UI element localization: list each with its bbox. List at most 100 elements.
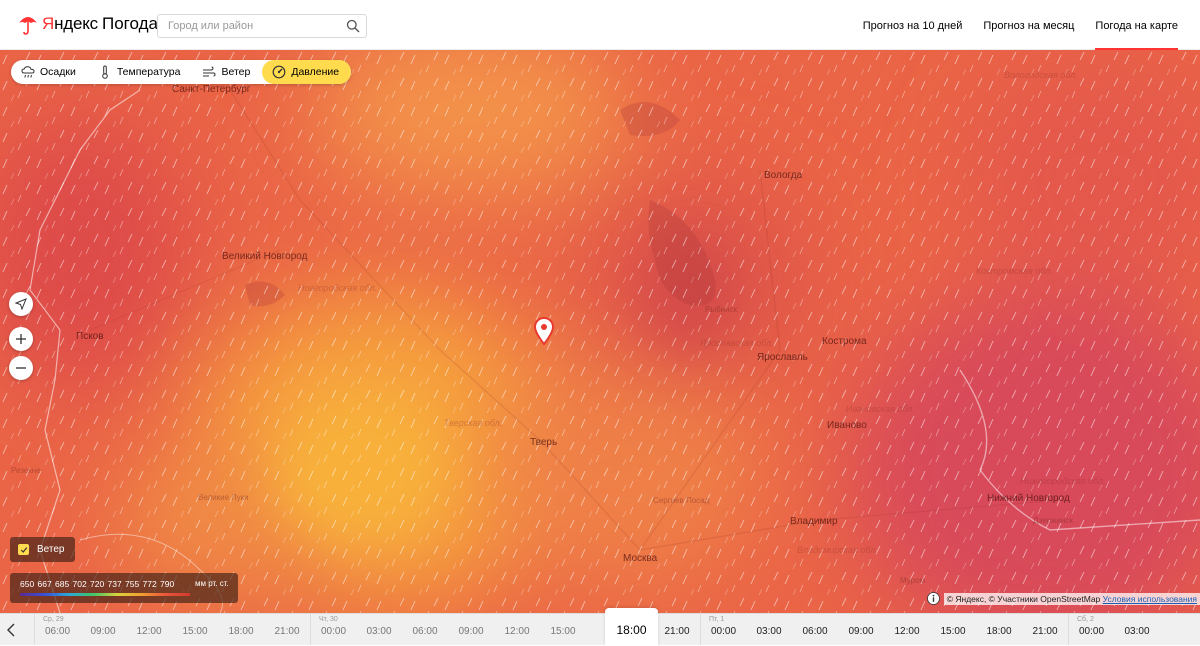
layer-wind[interactable]: Ветер — [192, 60, 262, 84]
timeline-slot[interactable]: 21:00 — [1022, 614, 1068, 645]
timeline-slot[interactable]: Пт, 1 00:00 — [700, 614, 746, 645]
navigation-arrow-icon — [15, 298, 27, 310]
current-time: 18:00 — [616, 623, 647, 637]
timeline-slot[interactable]: 18:00 — [218, 614, 264, 645]
plus-icon — [16, 334, 26, 344]
timeline-slot[interactable]: 15:00 — [540, 614, 586, 645]
timeline-slot[interactable]: 03:00 — [746, 614, 792, 645]
info-icon[interactable] — [926, 592, 940, 605]
timeline-time: 09:00 — [458, 626, 484, 637]
logo[interactable]: Яндекс Погода — [18, 13, 158, 35]
timeline-time: 03:00 — [366, 626, 392, 637]
timeline-time: 18:00 — [228, 626, 254, 637]
city-label: Сергиев Посад — [653, 496, 710, 505]
timeline-slot[interactable]: Ср, 29 06:00 — [34, 614, 80, 645]
layer-pressure[interactable]: Давление — [262, 60, 352, 84]
timeline-time: 00:00 — [1078, 626, 1105, 637]
timeline-time: 03:00 — [756, 626, 782, 637]
timeline-day-label: Чт, 30 — [319, 616, 338, 623]
timeline-slot[interactable]: 18:00 — [976, 614, 1022, 645]
timeline-time: 21:00 — [274, 626, 300, 637]
timeline-time: 09:00 — [90, 626, 116, 637]
umbrella-icon — [19, 17, 37, 35]
timeline-slot[interactable]: 12:00 — [126, 614, 172, 645]
timeline-prev-button[interactable] — [0, 614, 22, 645]
timeline-time: 00:00 — [710, 626, 737, 637]
minus-icon — [16, 367, 26, 369]
thermometer-icon — [102, 65, 108, 79]
nav-weather-map[interactable]: Погода на карте — [1095, 0, 1178, 50]
timeline-slot[interactable]: 12:00 — [494, 614, 540, 645]
chevron-left-icon — [7, 623, 15, 636]
timeline-slot[interactable]: Чт, 30 00:00 — [310, 614, 356, 645]
check-icon — [20, 546, 27, 553]
wind-overlay-toggle[interactable]: Ветер — [10, 537, 75, 562]
gauge-icon — [272, 65, 286, 79]
timeline-time: 15:00 — [182, 626, 208, 637]
timeline-day-label: Сб, 2 — [1077, 616, 1094, 623]
timeline-slot[interactable]: 09:00 — [80, 614, 126, 645]
region-label: Владимирская обл. — [797, 545, 878, 555]
legend-values: 650 667 685 702 720 737 755 772 790 — [20, 579, 175, 589]
timeline-time: 12:00 — [136, 626, 162, 637]
timeline-time: 03:00 — [1124, 626, 1150, 637]
timeline-slot[interactable]: 03:00 — [356, 614, 402, 645]
timeline-slot[interactable]: 21:00 — [264, 614, 310, 645]
city-label: Муром — [900, 576, 926, 585]
timeline-time: 12:00 — [894, 626, 920, 637]
wind-toggle-label: Ветер — [37, 544, 65, 555]
city-label: Великие Луки — [198, 493, 249, 502]
pressure-legend: 650 667 685 702 720 737 755 772 790 мм р… — [10, 573, 238, 603]
layer-precipitation[interactable]: Осадки — [11, 60, 88, 84]
timeline-slot[interactable]: 06:00 — [402, 614, 448, 645]
city-label: Псков — [76, 331, 104, 342]
region-label: Ивановская обл. — [846, 404, 915, 414]
nav-forecast-10-days[interactable]: Прогноз на 10 дней — [863, 0, 963, 50]
layer-temperature[interactable]: Температура — [88, 60, 193, 84]
timeline-slot[interactable]: Сб, 2 00:00 — [1068, 614, 1114, 645]
city-label: Вологда — [764, 170, 803, 181]
zoom-out-button[interactable] — [9, 356, 33, 380]
timeline-time: 06:00 — [412, 626, 438, 637]
city-label: Нижний Новгород — [987, 493, 1070, 504]
city-label: Санкт-Петербург — [172, 84, 251, 95]
city-label: Кострома — [822, 336, 867, 347]
logo-product: Погода — [101, 14, 158, 33]
logo-brand: Яндекс — [42, 14, 98, 33]
wind-checkbox[interactable] — [18, 544, 29, 555]
timeline-slot[interactable]: 12:00 — [884, 614, 930, 645]
city-label: Великий Новгород — [222, 251, 308, 262]
timeline-slot[interactable]: 09:00 — [448, 614, 494, 645]
terms-of-use-link[interactable]: Условия использования — [1103, 594, 1197, 604]
zoom-in-button[interactable] — [9, 327, 33, 351]
nav-forecast-month[interactable]: Прогноз на месяц — [983, 0, 1074, 50]
timeline-slot[interactable]: 03:00 — [1114, 614, 1160, 645]
forecast-timeline: Ср, 29 06:00 09:00 12:00 15:00 18:00 21:00 Чт, … — [0, 608, 1200, 646]
timeline-slot[interactable]: 09:00 — [838, 614, 884, 645]
timeline-slot[interactable]: 06:00 — [792, 614, 838, 645]
timeline-time: 15:00 — [550, 626, 576, 637]
timeline-slot[interactable]: 15:00 — [172, 614, 218, 645]
timeline-current-slot[interactable]: 18:00 — [605, 608, 658, 646]
timeline-time: 21:00 — [664, 626, 690, 637]
region-label: Тверская обл. — [444, 418, 503, 428]
search-icon[interactable] — [346, 19, 360, 33]
locate-me-button[interactable] — [9, 292, 33, 316]
timeline-slot[interactable]: 15:00 — [930, 614, 976, 645]
main-nav: Прогноз на 10 дней Прогноз на месяц Пого… — [842, 0, 1178, 50]
timeline-slot[interactable]: 21:00 — [654, 614, 700, 645]
search-input[interactable] — [158, 15, 338, 37]
timeline-time: 15:00 — [940, 626, 966, 637]
layer-switcher: Осадки Температура Ветер Давление — [11, 60, 352, 84]
region-label: Нижегородская обл. — [1020, 476, 1106, 486]
timeline-time: 00:00 — [320, 626, 347, 637]
search-box — [157, 14, 367, 38]
city-label: Ярославль — [757, 352, 808, 363]
city-label: Владимир — [790, 516, 838, 527]
weather-map[interactable]: Санкт-Петербург Великий Новгород Псков Т… — [0, 50, 1200, 613]
timeline-time: 06:00 — [802, 626, 828, 637]
pressure-heatmap — [0, 50, 1200, 613]
attribution-text: © Яндекс, © Участники OpenStreetMap Усло… — [943, 592, 1200, 605]
timeline-day-label: Пт, 1 — [709, 616, 725, 623]
map-attribution: © Яндекс, © Участники OpenStreetMap Усло… — [926, 591, 1200, 606]
